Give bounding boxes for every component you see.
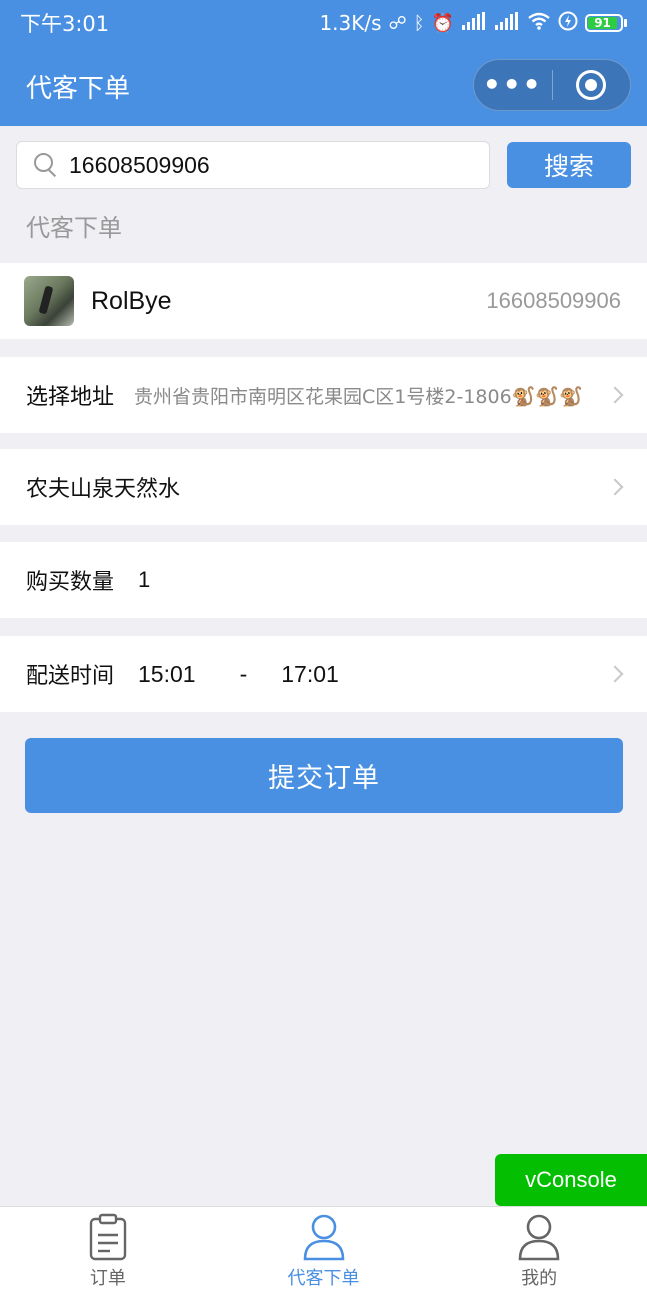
battery-level: 91 <box>588 17 618 29</box>
search-icon <box>33 152 59 178</box>
close-target-icon[interactable] <box>553 70 631 100</box>
user-icon <box>302 1212 346 1262</box>
product-row[interactable]: 农夫山泉天然水 <box>0 449 647 525</box>
network-speed: 1.3K/s <box>319 11 382 35</box>
bluetooth-icon: ᛒ <box>413 12 425 34</box>
status-time: 下午3:01 <box>20 12 110 36</box>
signal-icon <box>461 11 487 35</box>
quantity-row: 购买数量 1 <box>0 542 647 618</box>
search-input[interactable] <box>69 151 459 179</box>
delivery-time-separator: - <box>239 660 248 687</box>
signal-icon <box>494 11 520 35</box>
more-icon[interactable]: ••• <box>474 71 552 99</box>
nav-bar: 代客下单 ••• <box>0 46 647 126</box>
user-icon <box>517 1212 561 1262</box>
tab-bar: 订单 代客下单 我的 <box>0 1206 647 1294</box>
address-row[interactable]: 选择地址 贵州省贵阳市南明区花果园C区1号楼2-1806🐒🐒🐒 <box>0 357 647 433</box>
chevron-right-icon <box>606 386 624 404</box>
tab-label: 代客下单 <box>287 1267 360 1289</box>
search-box[interactable] <box>16 141 490 189</box>
link-icon: ☍ <box>388 12 407 34</box>
avatar <box>24 276 74 326</box>
alarm-icon: ⏰ <box>431 12 454 34</box>
tab-proxy-order[interactable]: 代客下单 <box>216 1207 432 1294</box>
page-title: 代客下单 <box>26 73 131 104</box>
mini-program-capsule: ••• <box>473 59 631 111</box>
tab-mine[interactable]: 我的 <box>431 1207 647 1294</box>
chevron-right-icon <box>606 665 624 683</box>
tab-orders[interactable]: 订单 <box>0 1207 216 1294</box>
delivery-time-start: 15:01 <box>138 660 196 687</box>
user-name: RolBye <box>91 286 172 315</box>
wifi-icon <box>527 11 551 35</box>
battery-icon: 91 <box>585 14 627 32</box>
quantity-label: 购买数量 <box>26 570 115 595</box>
vconsole-button[interactable]: vConsole <box>495 1154 647 1206</box>
charging-icon <box>558 11 578 36</box>
address-value: 贵州省贵阳市南明区花果园C区1号楼2-1806🐒🐒🐒 <box>134 385 583 408</box>
section-label: 代客下单 <box>26 214 122 242</box>
chevron-right-icon <box>606 478 624 496</box>
delivery-time-end: 17:01 <box>281 660 339 687</box>
address-label: 选择地址 <box>26 385 115 410</box>
search-button[interactable]: 搜索 <box>507 142 631 188</box>
tab-label: 我的 <box>521 1267 558 1289</box>
tab-label: 订单 <box>89 1267 126 1289</box>
delivery-time-row[interactable]: 配送时间 15:01 - 17:01 <box>0 636 647 712</box>
status-bar: 下午3:01 1.3K/s ☍ ᛒ ⏰ 91 <box>0 0 647 46</box>
user-phone: 16608509906 <box>486 288 621 313</box>
status-icons: 1.3K/s ☍ ᛒ ⏰ 91 <box>319 11 627 36</box>
clipboard-icon <box>86 1212 130 1262</box>
quantity-input[interactable]: 1 <box>138 567 150 593</box>
submit-order-button[interactable]: 提交订单 <box>25 738 623 813</box>
user-row[interactable]: RolBye 16608509906 <box>0 263 647 339</box>
search-row: 搜索 <box>0 126 647 204</box>
product-name: 农夫山泉天然水 <box>26 477 181 502</box>
delivery-time-label: 配送时间 <box>26 664 115 689</box>
